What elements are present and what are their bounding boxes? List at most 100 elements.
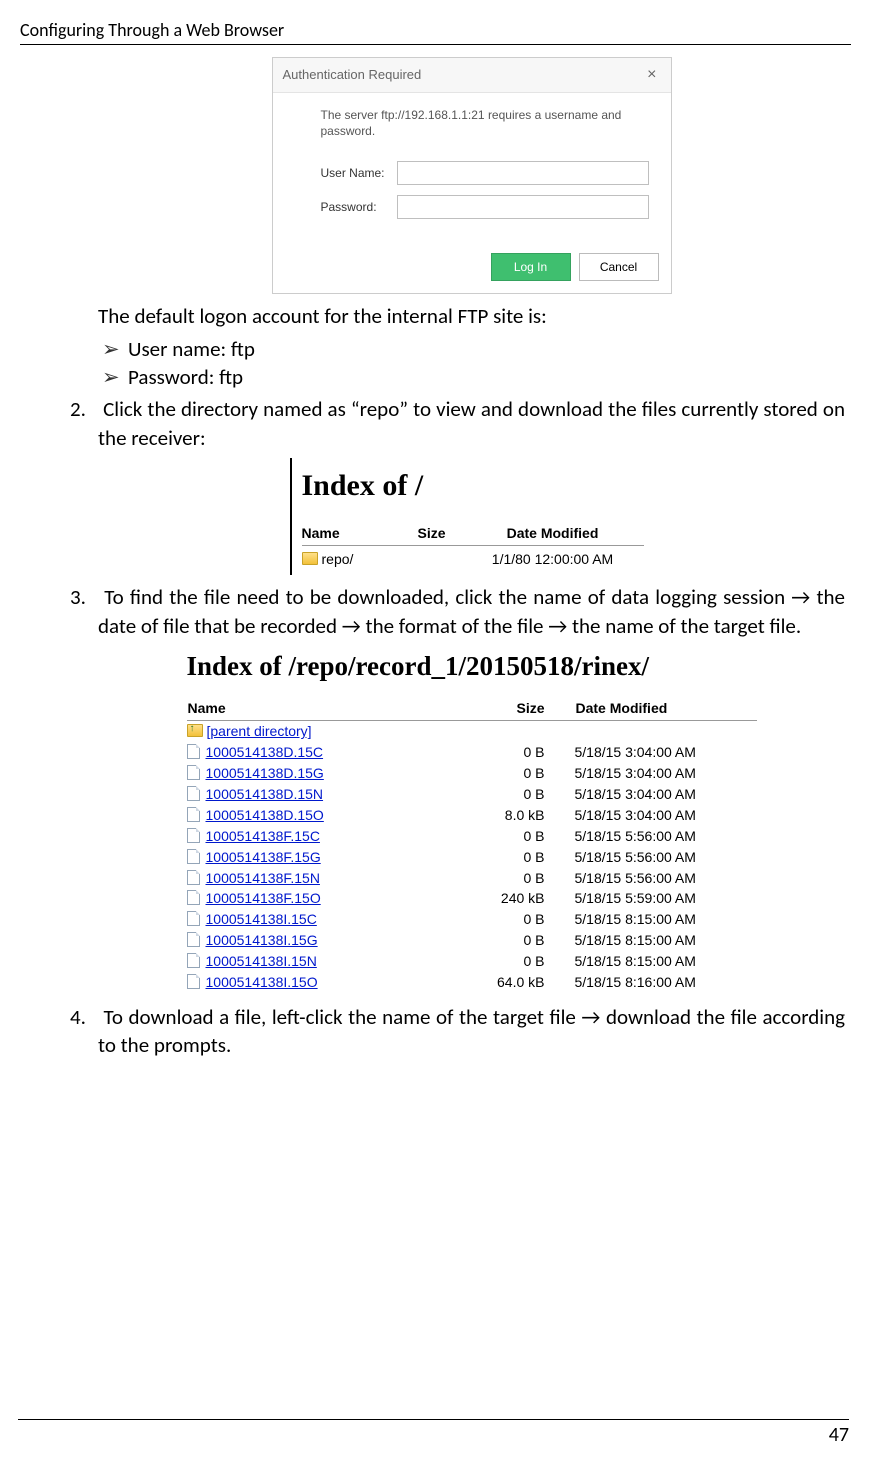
index-rinex-title: Index of /repo/record_1/20150518/rinex/	[187, 648, 757, 684]
file-icon	[187, 828, 200, 843]
file-size: 0 B	[434, 951, 575, 972]
parent-directory-link[interactable]: [parent directory]	[207, 723, 312, 739]
file-link[interactable]: 1000514138D.15O	[206, 807, 324, 823]
file-link[interactable]: 1000514138F.15G	[206, 849, 321, 865]
file-icon	[187, 870, 200, 885]
username-label: User Name:	[321, 165, 397, 181]
col-name: Name	[187, 698, 434, 720]
file-row: 1000514138D.15C 0 B5/18/15 3:04:00 AM	[187, 742, 757, 763]
file-icon	[187, 765, 200, 780]
file-date: 5/18/15 3:04:00 AM	[575, 763, 757, 784]
file-link[interactable]: 1000514138I.15C	[206, 911, 317, 927]
file-row: 1000514138I.15O 64.0 kB5/18/15 8:16:00 AM	[187, 972, 757, 993]
file-link[interactable]: 1000514138I.15O	[206, 974, 318, 990]
step-2: Click the directory named as “repo” to v…	[70, 395, 845, 575]
cancel-button[interactable]: Cancel	[579, 253, 659, 281]
page-header: Configuring Through a Web Browser	[20, 18, 851, 45]
login-button[interactable]: Log In	[491, 253, 571, 281]
auth-dialog-title: Authentication Required	[283, 66, 422, 84]
file-icon	[187, 744, 200, 759]
file-size: 8.0 kB	[434, 805, 575, 826]
file-row: 1000514138I.15G 0 B5/18/15 8:15:00 AM	[187, 930, 757, 951]
auth-dialog: Authentication Required × The server ftp…	[272, 57, 672, 294]
file-icon	[187, 911, 200, 926]
file-size: 0 B	[434, 742, 575, 763]
file-date: 5/18/15 5:59:00 AM	[575, 888, 757, 909]
up-folder-icon	[187, 724, 203, 737]
file-row: 1000514138F.15O 240 kB5/18/15 5:59:00 AM	[187, 888, 757, 909]
file-row: 1000514138F.15N 0 B5/18/15 5:56:00 AM	[187, 868, 757, 889]
file-link[interactable]: 1000514138I.15N	[206, 953, 317, 969]
file-row: 1000514138D.15O 8.0 kB5/18/15 3:04:00 AM	[187, 805, 757, 826]
step-3: To find the file need to be downloaded, …	[70, 583, 845, 993]
file-link[interactable]: 1000514138F.15C	[206, 828, 320, 844]
step-4-text: To download a file, left-click the name …	[98, 1004, 845, 1058]
index-root-listing: Index of / Name Size Date Modified repo/…	[290, 458, 654, 575]
password-input[interactable]	[397, 195, 649, 219]
page-content: Authentication Required × The server ftp…	[20, 57, 851, 1059]
file-icon	[187, 953, 200, 968]
file-size: 64.0 kB	[434, 972, 575, 993]
col-name: Name	[302, 524, 402, 543]
file-size: 0 B	[434, 909, 575, 930]
step-3-text: To find the file need to be downloaded, …	[98, 584, 845, 638]
file-icon	[187, 890, 200, 905]
file-icon	[187, 849, 200, 864]
repo-folder-date: 1/1/80 12:00:00 AM	[462, 550, 644, 569]
username-input[interactable]	[397, 161, 649, 185]
file-size: 0 B	[434, 826, 575, 847]
credential-password: Password: ftp	[128, 363, 845, 391]
file-date: 5/18/15 8:15:00 AM	[575, 930, 757, 951]
file-link[interactable]: 1000514138D.15G	[206, 765, 324, 781]
password-label: Password:	[321, 199, 397, 215]
file-row: 1000514138D.15N 0 B5/18/15 3:04:00 AM	[187, 784, 757, 805]
index-rinex-listing: Index of /repo/record_1/20150518/rinex/ …	[187, 648, 757, 993]
file-date: 5/18/15 8:15:00 AM	[575, 909, 757, 930]
file-date: 5/18/15 3:04:00 AM	[575, 784, 757, 805]
file-link[interactable]: 1000514138D.15C	[206, 744, 324, 760]
close-icon[interactable]: ×	[643, 64, 660, 86]
file-icon	[187, 932, 200, 947]
file-date: 5/18/15 5:56:00 AM	[575, 868, 757, 889]
page-number: 47	[18, 1419, 849, 1449]
file-size: 0 B	[434, 930, 575, 951]
file-link[interactable]: 1000514138F.15N	[206, 870, 320, 886]
file-size: 0 B	[434, 784, 575, 805]
file-size: 0 B	[434, 847, 575, 868]
auth-dialog-titlebar: Authentication Required ×	[273, 58, 671, 93]
folder-icon	[302, 552, 318, 565]
step-4: To download a file, left-click the name …	[70, 1003, 845, 1060]
file-size: 0 B	[434, 763, 575, 784]
file-size: 0 B	[434, 868, 575, 889]
index-root-title: Index of /	[302, 466, 644, 507]
default-logon-text: The default logon account for the intern…	[98, 302, 845, 330]
index-root-row[interactable]: repo/ 1/1/80 12:00:00 AM	[302, 550, 644, 569]
col-size: Size	[402, 524, 462, 543]
file-icon	[187, 974, 200, 989]
file-link[interactable]: 1000514138F.15O	[206, 890, 321, 906]
file-link[interactable]: 1000514138I.15G	[206, 932, 318, 948]
file-row: 1000514138D.15G 0 B5/18/15 3:04:00 AM	[187, 763, 757, 784]
credentials-list: User name: ftp Password: ftp	[98, 335, 845, 392]
col-date: Date Modified	[575, 698, 757, 720]
file-date: 5/18/15 5:56:00 AM	[575, 847, 757, 868]
file-date: 5/18/15 5:56:00 AM	[575, 826, 757, 847]
credential-username: User name: ftp	[128, 335, 845, 363]
parent-directory-row[interactable]: [parent directory]	[187, 721, 757, 742]
file-row: 1000514138F.15G 0 B5/18/15 5:56:00 AM	[187, 847, 757, 868]
file-size: 240 kB	[434, 888, 575, 909]
file-row: 1000514138I.15C 0 B5/18/15 8:15:00 AM	[187, 909, 757, 930]
file-row: 1000514138I.15N 0 B5/18/15 8:15:00 AM	[187, 951, 757, 972]
file-date: 5/18/15 3:04:00 AM	[575, 742, 757, 763]
repo-folder-name: repo/	[322, 551, 354, 567]
auth-dialog-message: The server ftp://192.168.1.1:21 requires…	[321, 107, 649, 139]
file-date: 5/18/15 8:16:00 AM	[575, 972, 757, 993]
file-link[interactable]: 1000514138D.15N	[206, 786, 324, 802]
step-2-text: Click the directory named as “repo” to v…	[98, 396, 845, 450]
col-size: Size	[434, 698, 575, 720]
file-date: 5/18/15 3:04:00 AM	[575, 805, 757, 826]
col-date: Date Modified	[462, 524, 644, 543]
file-date: 5/18/15 8:15:00 AM	[575, 951, 757, 972]
file-icon	[187, 786, 200, 801]
file-icon	[187, 807, 200, 822]
